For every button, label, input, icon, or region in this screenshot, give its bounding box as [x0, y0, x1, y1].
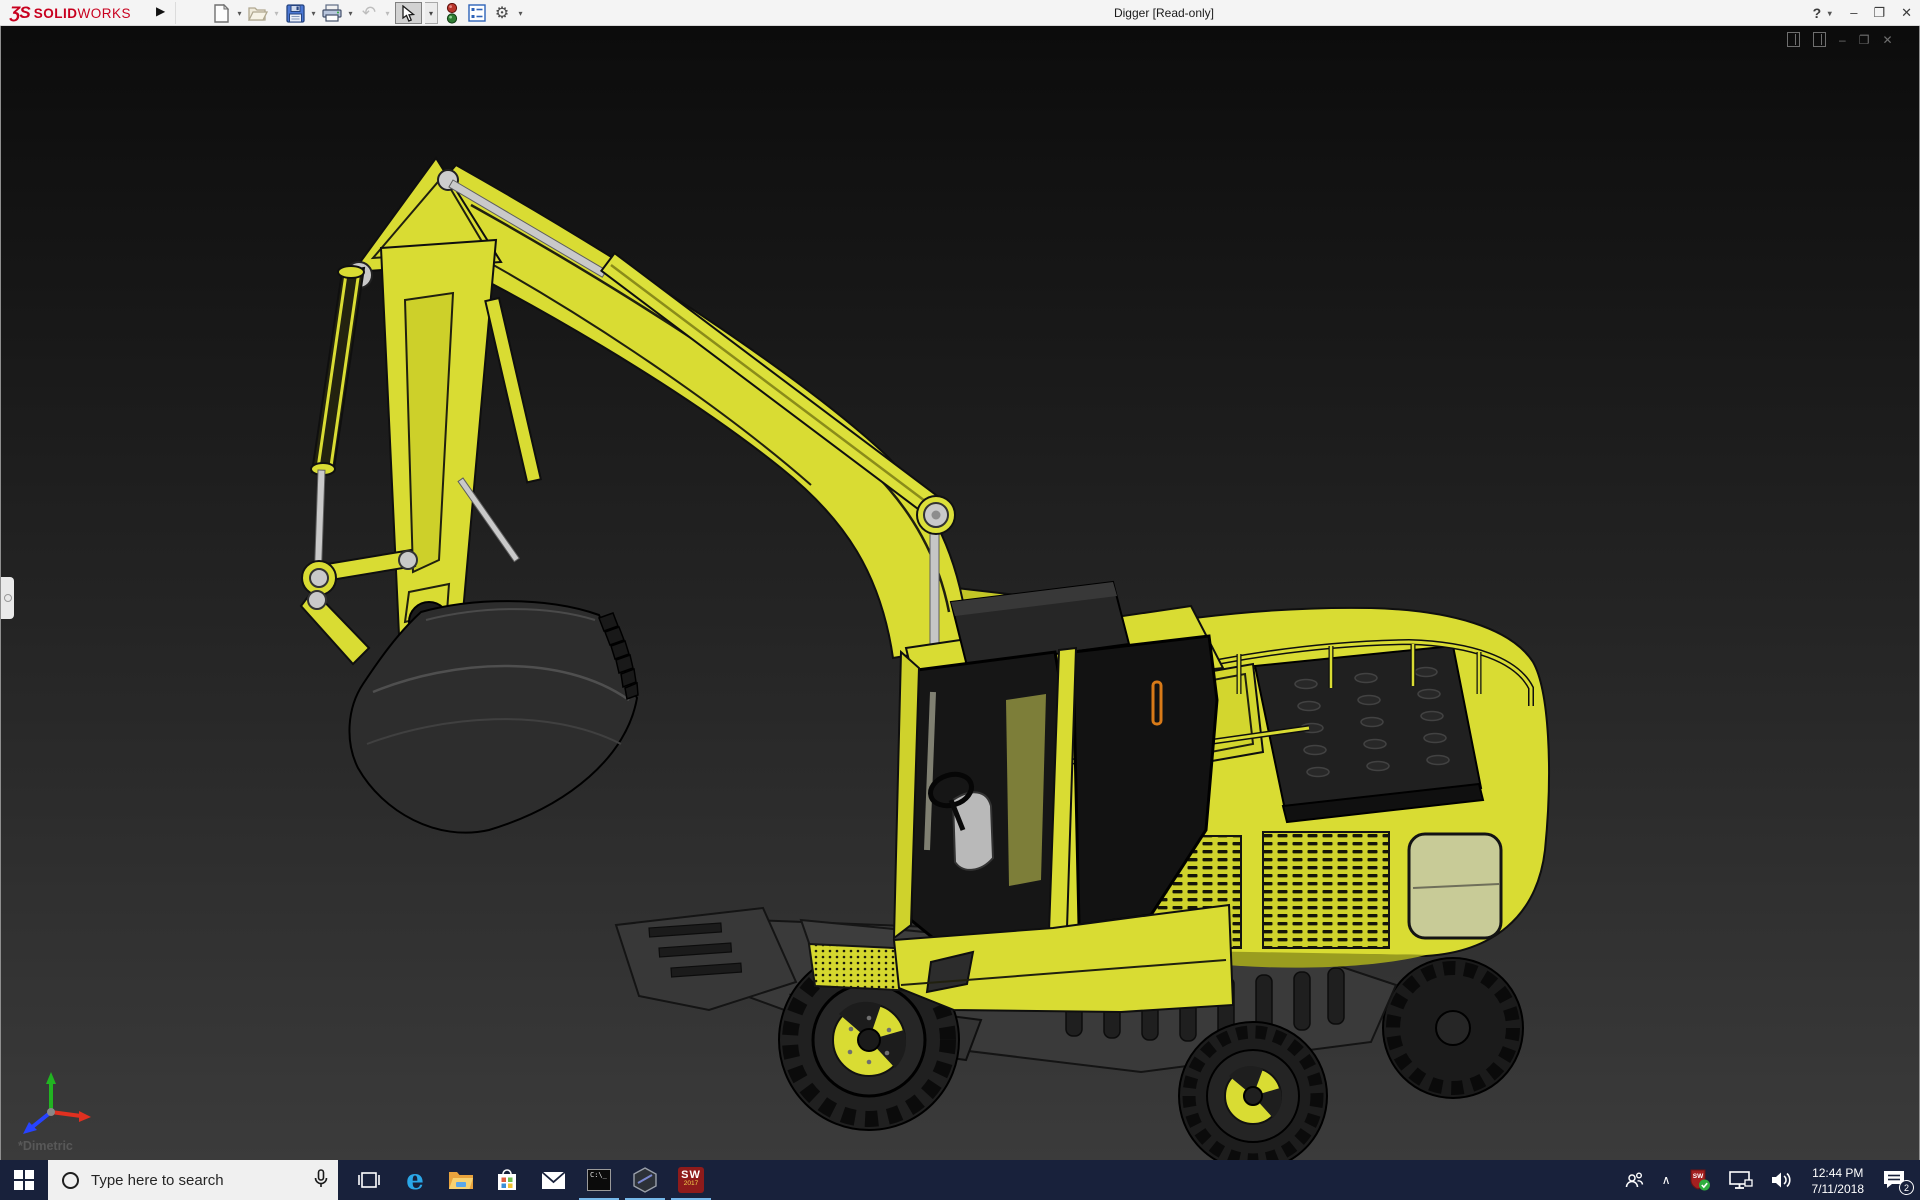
- taskbar-app-edge[interactable]: e: [392, 1160, 438, 1200]
- tray-solidworks-monitor[interactable]: SW: [1680, 1160, 1720, 1200]
- standard-toolbar: ▾ ▾ ▾ ▾ ↶ ▾ ▾ ⚙ ▾: [210, 1, 525, 25]
- rebuild-traffic-light-icon[interactable]: [441, 2, 463, 24]
- undo-button[interactable]: ↶: [358, 2, 380, 24]
- tray-date: 7/11/2018: [1811, 1181, 1865, 1196]
- clock[interactable]: 12:44 PM 7/11/2018: [1802, 1160, 1875, 1200]
- taskbar-app-store[interactable]: [484, 1160, 530, 1200]
- graphics-viewport[interactable]: – ❐ ✕ *Dimetric: [0, 26, 1920, 1160]
- cortana-circle-icon: [62, 1171, 79, 1189]
- svg-text:SW: SW: [1692, 1173, 1703, 1180]
- display-pane-icon[interactable]: [1813, 32, 1826, 47]
- save-caret-icon[interactable]: ▾: [309, 9, 318, 18]
- microphone-icon[interactable]: [314, 1169, 328, 1189]
- open-button[interactable]: [247, 2, 269, 24]
- minimize-button[interactable]: –: [1850, 0, 1857, 26]
- edrawings-hexagon-icon: [633, 1167, 657, 1193]
- network-ethernet-icon: [1728, 1171, 1753, 1189]
- taskbar-app-solidworks[interactable]: SW 2017: [668, 1160, 714, 1200]
- help-button[interactable]: ?: [1813, 5, 1822, 21]
- dassault-3s-logo-icon: ƷS: [10, 3, 31, 22]
- print-caret-icon[interactable]: ▾: [346, 9, 355, 18]
- people-icon: [1625, 1172, 1643, 1188]
- task-view-button[interactable]: [346, 1160, 392, 1200]
- system-tray: ∧ SW 12:44 PM 7/11/2018 2: [1615, 1160, 1920, 1200]
- display-options-icon[interactable]: [466, 2, 488, 24]
- view-orientation-label: *Dimetric: [18, 1139, 73, 1153]
- store-icon: [498, 1169, 516, 1190]
- excavator-model: [1, 26, 1919, 1160]
- title-bar: ƷS SOLID WORKS ▶ ▾ ▾ ▾ ▾ ↶ ▾ ▾ ⚙ ▾ Digge…: [0, 0, 1920, 26]
- notification-badge: 2: [1899, 1180, 1914, 1195]
- new-document-button[interactable]: [210, 2, 232, 24]
- search-input[interactable]: [91, 1171, 291, 1189]
- undo-icon: ↶: [361, 3, 377, 22]
- print-button[interactable]: [321, 2, 343, 24]
- chevron-up-icon: ∧: [1661, 1173, 1671, 1187]
- taskbar-app-command-prompt[interactable]: C:\_: [576, 1160, 622, 1200]
- sw-shield-check-icon: SW: [1690, 1169, 1710, 1191]
- select-tool-button[interactable]: [395, 2, 422, 24]
- edge-icon: e: [406, 1163, 424, 1196]
- taskbar-app-edrawings[interactable]: [622, 1160, 668, 1200]
- doc-close-button[interactable]: ✕: [1882, 33, 1892, 47]
- cursor-arrow-icon: [402, 4, 415, 22]
- speaker-icon: [1771, 1172, 1791, 1188]
- featuremanager-pane-icon[interactable]: [1787, 32, 1800, 47]
- windows-taskbar: e C:\_: [0, 1160, 1920, 1200]
- help-caret-icon[interactable]: ▾: [1825, 9, 1834, 18]
- start-button[interactable]: [0, 1160, 48, 1200]
- taskbar-search[interactable]: [48, 1160, 338, 1200]
- menu-flyout-arrow-icon[interactable]: ▶: [156, 4, 165, 18]
- mail-icon: [540, 1170, 566, 1189]
- windows-logo-icon: [14, 1170, 34, 1190]
- solidworks-2017-icon: SW 2017: [678, 1167, 704, 1193]
- restore-button[interactable]: ❐: [1873, 0, 1885, 26]
- select-tool-caret-icon[interactable]: ▾: [425, 2, 438, 24]
- solidworks-window: ƷS SOLID WORKS ▶ ▾ ▾ ▾ ▾ ↶ ▾ ▾ ⚙ ▾ Digge…: [0, 0, 1920, 1200]
- show-hidden-icons-button[interactable]: ∧: [1653, 1160, 1680, 1200]
- brand-works: WORKS: [77, 5, 132, 21]
- settings-gear-icon[interactable]: ⚙: [491, 2, 513, 24]
- people-button[interactable]: [1615, 1160, 1653, 1200]
- action-center-button[interactable]: 2: [1874, 1160, 1920, 1200]
- toolbar-separator: [175, 2, 176, 24]
- taskbar-app-file-explorer[interactable]: [438, 1160, 484, 1200]
- task-view-icon: [358, 1172, 380, 1188]
- command-prompt-icon: C:\_: [587, 1169, 611, 1191]
- taskbar-app-mail[interactable]: [530, 1160, 576, 1200]
- close-button[interactable]: ✕: [1901, 0, 1912, 26]
- document-title: Digger [Read-only]: [1113, 6, 1215, 20]
- undo-caret-icon[interactable]: ▾: [383, 9, 392, 18]
- solidworks-logo: ƷS SOLID WORKS: [10, 0, 131, 26]
- doc-minimize-button[interactable]: –: [1839, 33, 1846, 47]
- open-caret-icon[interactable]: ▾: [272, 9, 281, 18]
- featuremanager-collapsed-tab[interactable]: [1, 577, 14, 619]
- tray-time: 12:44 PM: [1812, 1166, 1864, 1180]
- network-button[interactable]: [1720, 1160, 1762, 1200]
- settings-caret-icon[interactable]: ▾: [516, 9, 525, 18]
- new-document-caret-icon[interactable]: ▾: [235, 9, 244, 18]
- document-window-controls: – ❐ ✕: [1787, 32, 1893, 47]
- brand-solid: SOLID: [33, 5, 78, 21]
- doc-restore-button[interactable]: ❐: [1859, 33, 1870, 47]
- orientation-triad-icon: [23, 1072, 91, 1134]
- volume-button[interactable]: [1762, 1160, 1802, 1200]
- window-controls: ? ▾ – ❐ ✕: [1813, 0, 1912, 26]
- save-button[interactable]: [284, 2, 306, 24]
- file-explorer-icon: [449, 1172, 473, 1189]
